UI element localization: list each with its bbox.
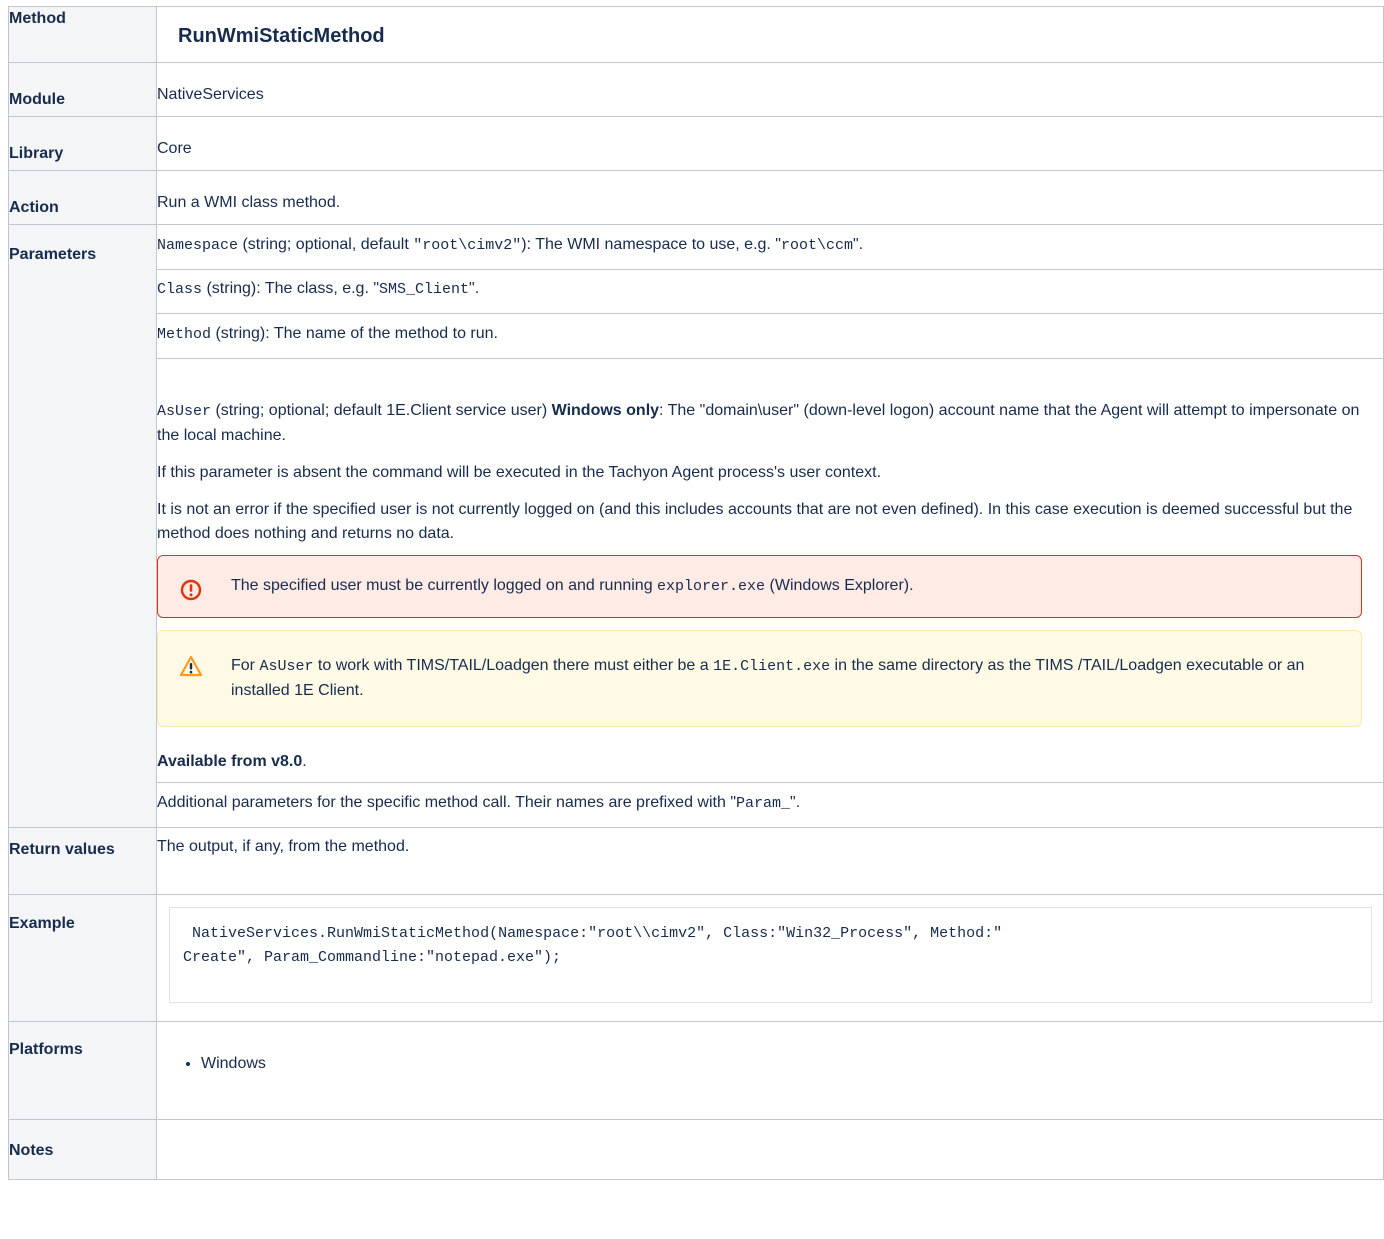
param-additional: Additional parameters for the specific m…: [156, 782, 1384, 828]
platforms-label: Platforms: [8, 1021, 157, 1120]
param-namespace-desc-b: ): The WMI namespace to use, e.g. ": [521, 236, 781, 253]
example-row: Example NativeServices.RunWmiStaticMetho…: [8, 894, 1384, 1022]
method-name: RunWmiStaticMethod: [156, 6, 1384, 63]
param-additional-row: Additional parameters for the specific m…: [9, 782, 1384, 828]
notes-row: Notes: [8, 1119, 1384, 1180]
module-label: Module: [8, 62, 157, 117]
platforms-row: Platforms Windows: [8, 1021, 1384, 1120]
parameters-label: Parameters: [8, 224, 157, 828]
param-asuser-row: AsUser (string; optional; default 1E.Cli…: [9, 358, 1384, 783]
param-namespace-name: Namespace: [157, 237, 239, 254]
method-label: Method: [8, 6, 157, 63]
warning-panel-code-asuser: AsUser: [259, 658, 314, 675]
param-namespace-row: Parameters Namespace (string; optional, …: [8, 224, 1384, 828]
param-class: Class (string): The class, e.g. "SMS_Cli…: [156, 269, 1384, 314]
platforms-list: Windows: [157, 1052, 1383, 1076]
param-asuser-name: AsUser: [157, 403, 212, 420]
method-spec-table: Method RunWmiStaticMethod Module NativeS…: [8, 6, 1384, 1180]
notes-label: Notes: [8, 1119, 157, 1180]
param-additional-desc-b: ".: [790, 794, 801, 811]
module-row: Module NativeServices: [8, 62, 1384, 117]
param-asuser-p2: If this parameter is absent the command …: [157, 464, 882, 481]
action-label: Action: [8, 170, 157, 225]
param-namespace: Namespace (string; optional, default "ro…: [156, 224, 1384, 270]
library-row: Library Core: [8, 116, 1384, 171]
param-additional-code: Param_: [736, 795, 791, 812]
action-value: Run a WMI class method.: [156, 170, 1384, 225]
notes-value: [156, 1119, 1384, 1180]
return-values-label: Return values: [8, 827, 157, 895]
example-label: Example: [8, 894, 157, 1022]
param-class-desc: (string): The class, e.g. ": [202, 280, 380, 297]
param-namespace-default: "root\cimv2": [413, 237, 522, 254]
param-asuser-desc: (string; optional; default 1E.Client ser…: [211, 402, 552, 419]
library-label: Library: [8, 116, 157, 171]
param-namespace-example: root\ccm: [780, 237, 853, 254]
param-method-name: Method: [157, 326, 212, 343]
warning-panel-code-client: 1E.Client.exe: [713, 658, 831, 675]
param-asuser-windows-only: Windows only: [551, 402, 660, 419]
error-icon: [180, 579, 202, 601]
available-from-tail: .: [302, 753, 307, 770]
warning-panel-text-b: to work with TIMS/TAIL/Loadgen there mus…: [313, 657, 714, 674]
param-asuser-p1: AsUser (string; optional; default 1E.Cli…: [157, 399, 1373, 448]
error-panel: The specified user must be currently log…: [157, 555, 1362, 618]
param-class-row: Class (string): The class, e.g. "SMS_Cli…: [9, 269, 1384, 314]
param-method-desc: (string): The name of the method to run.: [211, 325, 498, 342]
example-code-block: NativeServices.RunWmiStaticMethod(Namesp…: [169, 907, 1372, 1003]
error-panel-code: explorer.exe: [657, 578, 766, 595]
error-panel-text: The specified user must be currently log…: [231, 577, 658, 594]
param-class-desc-b: ".: [469, 280, 480, 297]
param-namespace-desc: (string; optional, default: [238, 236, 414, 253]
return-values-value: The output, if any, from the method.: [156, 827, 1384, 895]
warning-icon: [180, 655, 202, 677]
error-panel-text-b: (Windows Explorer).: [765, 577, 914, 594]
available-from-version: Available from v8.0: [157, 753, 303, 770]
param-asuser-p3: It is not an error if the specified user…: [157, 501, 1353, 542]
return-values-row: Return values The output, if any, from t…: [8, 827, 1384, 895]
module-value: NativeServices: [156, 62, 1384, 117]
library-value: Core: [156, 116, 1384, 171]
method-row: Method RunWmiStaticMethod: [8, 6, 1384, 63]
platforms-value: Windows: [156, 1021, 1384, 1120]
param-class-name: Class: [157, 281, 203, 298]
param-method-row: Method (string): The name of the method …: [9, 313, 1384, 359]
param-namespace-desc-c: ".: [853, 236, 864, 253]
warning-panel-text: For: [231, 657, 260, 674]
param-asuser: AsUser (string; optional; default 1E.Cli…: [156, 358, 1384, 783]
example-value: NativeServices.RunWmiStaticMethod(Namesp…: [156, 894, 1384, 1022]
action-row: Action Run a WMI class method.: [8, 170, 1384, 225]
param-additional-desc: Additional parameters for the specific m…: [157, 794, 736, 811]
param-class-example: SMS_Client: [379, 281, 470, 298]
param-method: Method (string): The name of the method …: [156, 313, 1384, 359]
available-from: Available from v8.0.: [157, 750, 1373, 774]
warning-panel: For AsUser to work with TIMS/TAIL/Loadge…: [157, 630, 1362, 727]
platform-item: Windows: [201, 1052, 1383, 1076]
example-code-line-1: NativeServices.RunWmiStaticMethod(Namesp…: [183, 925, 1003, 942]
example-code-line-2: Create", Param_Commandline:"notepad.exe"…: [183, 949, 562, 966]
